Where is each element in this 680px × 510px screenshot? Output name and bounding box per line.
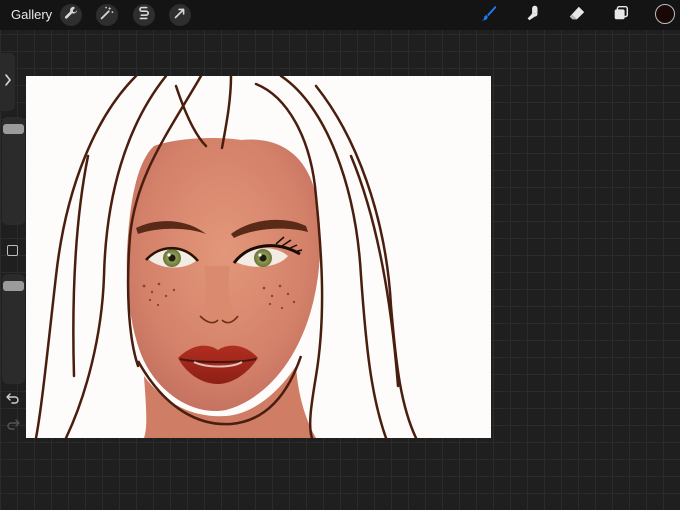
left-sidebar [0,51,29,441]
modify-button[interactable] [7,245,18,256]
chevron-right-icon [4,73,12,92]
smudge-icon [524,4,542,27]
selection-button[interactable] [133,4,155,26]
redo-button[interactable] [4,417,22,435]
selection-icon [135,4,153,27]
brush-icon [480,4,498,27]
wrench-icon [62,4,80,27]
artwork-portrait [34,76,418,438]
brush-button[interactable] [478,4,500,26]
opacity-slider[interactable] [2,274,25,384]
brush-size-thumb[interactable] [3,123,24,134]
layers-button[interactable] [610,4,632,26]
transform-button[interactable] [169,4,191,26]
eraser-button[interactable] [566,4,588,26]
smudge-button[interactable] [522,4,544,26]
undo-icon [6,391,20,409]
opacity-thumb[interactable] [3,280,24,291]
actions-button[interactable] [60,4,82,26]
eraser-icon [568,4,586,27]
adjustments-button[interactable] [96,4,118,26]
redo-icon [6,417,20,435]
undo-button[interactable] [4,391,22,409]
color-picker-button[interactable] [655,4,675,24]
magic-wand-icon [98,4,116,27]
top-toolbar: Gallery [0,0,680,30]
transform-icon [171,4,189,27]
brush-size-slider[interactable] [2,117,25,225]
drawing-canvas[interactable] [26,76,491,438]
gallery-button[interactable]: Gallery [11,7,52,22]
sidebar-expand-tab[interactable] [0,53,15,111]
layers-icon [612,4,630,27]
